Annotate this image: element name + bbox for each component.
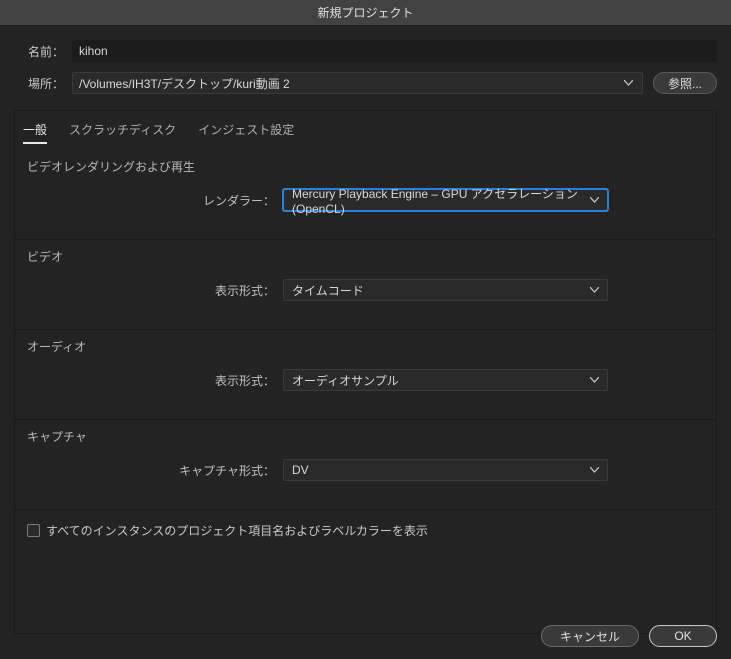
- tab-scratch-disks[interactable]: スクラッチディスク: [69, 121, 176, 144]
- capture-format-row: キャプチャ形式： DV: [27, 459, 704, 481]
- top-fields: 名前： 場所： /Volumes/IH3T/デスクトップ/kuri動画 2 参照…: [0, 26, 731, 110]
- location-row: 場所： /Volumes/IH3T/デスクトップ/kuri動画 2 参照...: [14, 72, 717, 94]
- location-label: 場所：: [14, 75, 72, 92]
- section-capture: キャプチャ キャプチャ形式： DV: [15, 420, 716, 503]
- capture-format-label: キャプチャ形式：: [27, 462, 283, 479]
- chevron-down-icon: [589, 375, 599, 385]
- display-all-instances-checkbox[interactable]: [27, 524, 40, 537]
- section-audio-title: オーディオ: [27, 338, 704, 355]
- capture-format-select[interactable]: DV: [283, 459, 608, 481]
- section-video-title: ビデオ: [27, 248, 704, 265]
- display-all-instances-row: すべてのインスタンスのプロジェクト項目名およびラベルカラーを表示: [15, 510, 716, 551]
- audio-format-select[interactable]: オーディオサンプル: [283, 369, 608, 391]
- renderer-label: レンダラー：: [27, 192, 283, 209]
- tab-row: 一般 スクラッチディスク インジェスト設定: [15, 111, 716, 150]
- chevron-down-icon: [589, 465, 599, 475]
- audio-format-label: 表示形式：: [27, 372, 283, 389]
- renderer-value: Mercury Playback Engine – GPU アクセラレーション …: [292, 185, 590, 216]
- section-video: ビデオ 表示形式： タイムコード: [15, 240, 716, 323]
- dialog-title: 新規プロジェクト: [0, 0, 731, 26]
- video-format-value: タイムコード: [292, 282, 364, 299]
- name-label: 名前：: [14, 43, 72, 60]
- tab-ingest-settings[interactable]: インジェスト設定: [198, 121, 294, 144]
- chevron-down-icon: [624, 78, 634, 88]
- tab-general[interactable]: 一般: [23, 121, 47, 144]
- name-row: 名前：: [14, 40, 717, 62]
- video-format-row: 表示形式： タイムコード: [27, 279, 704, 301]
- section-render-title: ビデオレンダリングおよび再生: [27, 158, 704, 175]
- video-format-label: 表示形式：: [27, 282, 283, 299]
- audio-format-value: オーディオサンプル: [292, 372, 399, 389]
- tabs-panel: 一般 スクラッチディスク インジェスト設定 ビデオレンダリングおよび再生 レンダ…: [14, 110, 717, 634]
- section-audio: オーディオ 表示形式： オーディオサンプル: [15, 330, 716, 413]
- cancel-button[interactable]: キャンセル: [541, 625, 639, 647]
- section-capture-title: キャプチャ: [27, 428, 704, 445]
- location-select[interactable]: /Volumes/IH3T/デスクトップ/kuri動画 2: [72, 72, 643, 94]
- location-value: /Volumes/IH3T/デスクトップ/kuri動画 2: [79, 75, 290, 92]
- display-all-instances-label: すべてのインスタンスのプロジェクト項目名およびラベルカラーを表示: [46, 522, 428, 539]
- chevron-down-icon: [590, 195, 599, 205]
- renderer-row: レンダラー： Mercury Playback Engine – GPU アクセ…: [27, 189, 704, 211]
- video-format-select[interactable]: タイムコード: [283, 279, 608, 301]
- name-input[interactable]: [72, 40, 717, 62]
- ok-button[interactable]: OK: [649, 625, 717, 647]
- chevron-down-icon: [589, 285, 599, 295]
- audio-format-row: 表示形式： オーディオサンプル: [27, 369, 704, 391]
- renderer-select[interactable]: Mercury Playback Engine – GPU アクセラレーション …: [283, 189, 608, 211]
- capture-format-value: DV: [292, 463, 309, 477]
- bottom-bar: キャンセル OK: [541, 625, 717, 647]
- section-render: ビデオレンダリングおよび再生 レンダラー： Mercury Playback E…: [15, 150, 716, 233]
- browse-button[interactable]: 参照...: [653, 72, 717, 94]
